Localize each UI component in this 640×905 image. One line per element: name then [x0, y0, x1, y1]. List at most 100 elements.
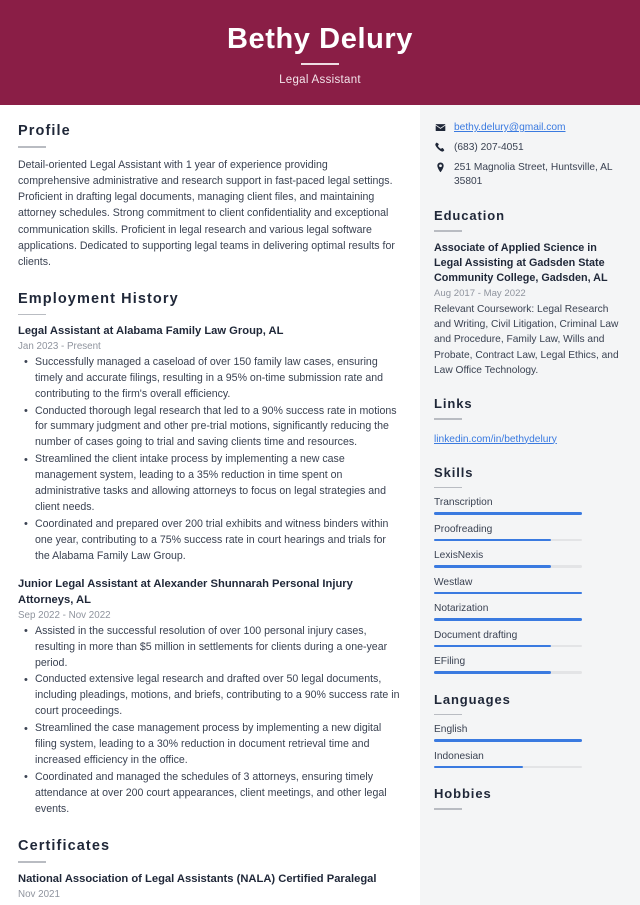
job-date: Jan 2023 - Present [18, 340, 101, 352]
job-bullet: Streamlined the case management process … [24, 721, 400, 769]
contact-details: bethy.delury@gmail.com (683) 207-4051 25… [434, 121, 622, 190]
contact-address-row: 251 Magnolia Street, Huntsville, AL 3580… [434, 161, 622, 191]
job-bullets: Successfully managed a caseload of over … [18, 354, 400, 565]
job-bullet: Conducted thorough legal research that l… [24, 403, 400, 452]
job-bullet: Coordinated and managed the schedules of… [24, 769, 400, 818]
section-profile: Profile Detail-oriented Legal Assistant … [18, 123, 400, 271]
section-employment-history: Employment History Legal Assistant at Al… [18, 291, 400, 818]
candidate-job-title: Legal Assistant [279, 73, 361, 86]
skills-heading: Skills [434, 464, 474, 480]
employment-heading: Employment History [18, 290, 179, 307]
job-entry: Legal Assistant at Alabama Family Law Gr… [18, 324, 400, 564]
language-bar-fill [434, 739, 582, 742]
job-date: Sep 2022 - Nov 2022 [18, 609, 111, 621]
skill-item: Document drafting [434, 630, 622, 648]
section-education: Education Associate of Applied Science i… [434, 208, 622, 378]
skill-item: LexisNexis [434, 550, 622, 568]
skill-bar-track [434, 644, 582, 648]
header-banner: Bethy Delury Legal Assistant [0, 0, 640, 105]
language-item: Indonesian [434, 751, 622, 769]
skill-label: LexisNexis [434, 550, 484, 562]
job-bullet: Successfully managed a caseload of over … [24, 354, 400, 403]
section-links: Links linkedin.com/in/bethydelury [434, 396, 622, 447]
skill-label: EFiling [434, 656, 466, 668]
linkedin-link[interactable]: linkedin.com/in/bethydelury [434, 434, 557, 445]
language-bar-track [434, 765, 582, 769]
skill-label: Notarization [434, 603, 489, 615]
skill-bar-fill [434, 671, 551, 674]
contact-phone-text: (683) 207-4051 [454, 141, 524, 153]
skill-bar-track [434, 618, 582, 621]
skill-label: Document drafting [434, 629, 518, 641]
profile-text: Detail-oriented Legal Assistant with 1 y… [18, 158, 395, 269]
skill-item: Transcription [434, 497, 622, 515]
languages-heading-rule [434, 713, 462, 716]
skill-bar-fill [434, 644, 551, 648]
job-title: Legal Assistant at Alabama Family Law Gr… [18, 325, 284, 338]
skill-bar-fill [434, 565, 551, 568]
hobbies-heading-rule [434, 808, 462, 810]
certificate-date: Nov 2021 [18, 888, 60, 900]
education-heading-rule [434, 230, 462, 232]
skills-heading-rule [434, 486, 462, 489]
languages-heading: Languages [434, 691, 511, 707]
language-label: English [434, 724, 468, 736]
links-heading: Links [434, 396, 473, 412]
header-divider [301, 63, 339, 65]
job-bullet: Coordinated and prepared over 200 trial … [24, 516, 400, 565]
skill-item: EFiling [434, 656, 622, 674]
main-column: Profile Detail-oriented Legal Assistant … [0, 105, 420, 905]
language-bar-track [434, 739, 582, 742]
hobbies-heading: Hobbies [434, 786, 492, 802]
section-skills: Skills Transcription Proofreading LexisN… [434, 465, 622, 674]
skill-label: Transcription [434, 497, 493, 509]
links-heading-rule [434, 418, 462, 420]
certificates-heading-rule [18, 861, 46, 863]
job-title: Junior Legal Assistant at Alexander Shun… [18, 578, 353, 607]
education-date: Aug 2017 - May 2022 [434, 287, 526, 299]
job-bullets: Assisted in the successful resolution of… [18, 623, 400, 818]
education-description: Relevant Coursework: Legal Research and … [434, 303, 619, 376]
contact-email-row: bethy.delury@gmail.com [434, 121, 622, 136]
skill-bar-track [434, 538, 582, 542]
skill-bar-fill [434, 591, 582, 595]
section-hobbies: Hobbies [434, 786, 622, 810]
skill-bar-track [434, 591, 582, 595]
job-bullet: Conducted extensive legal research and d… [24, 672, 400, 720]
certificate-title: National Association of Legal Assistants… [18, 872, 377, 885]
education-entry: Associate of Applied Science in Legal As… [434, 241, 622, 378]
phone-icon [434, 141, 446, 153]
skill-bar-track [434, 512, 582, 515]
certificate-entry: National Association of Legal Assistants… [18, 872, 400, 900]
certificates-heading: Certificates [18, 838, 111, 855]
location-pin-icon [434, 161, 446, 173]
job-bullet: Assisted in the successful resolution of… [24, 623, 400, 672]
candidate-name: Bethy Delury [226, 23, 414, 56]
language-label: Indonesian [434, 750, 484, 762]
job-bullet: Streamlined the client intake process by… [24, 452, 400, 516]
skill-bar-fill [434, 618, 582, 621]
skill-bar-fill [434, 538, 551, 542]
education-title: Associate of Applied Science in Legal As… [434, 241, 608, 285]
skill-bar-track [434, 671, 582, 674]
contact-email-text: bethy.delury@gmail.com [454, 121, 566, 136]
section-languages: Languages English Indonesian [434, 692, 622, 769]
contact-address-text: 251 Magnolia Street, Huntsville, AL 3580… [454, 161, 613, 188]
skill-label: Westlaw [434, 576, 473, 588]
email-link[interactable]: bethy.delury@gmail.com [454, 122, 566, 133]
sidebar-column: bethy.delury@gmail.com (683) 207-4051 25… [420, 105, 640, 905]
skill-bar-fill [434, 512, 582, 515]
education-heading: Education [434, 208, 505, 224]
profile-heading-rule [18, 146, 46, 148]
language-item: English [434, 724, 622, 742]
profile-heading: Profile [18, 123, 71, 139]
envelope-icon [434, 121, 446, 133]
language-bar-fill [434, 765, 523, 769]
section-certificates: Certificates National Association of Leg… [18, 838, 400, 900]
job-entry: Junior Legal Assistant at Alexander Shun… [18, 577, 400, 817]
contact-phone-row: (683) 207-4051 [434, 141, 622, 156]
skill-bar-track [434, 565, 582, 568]
